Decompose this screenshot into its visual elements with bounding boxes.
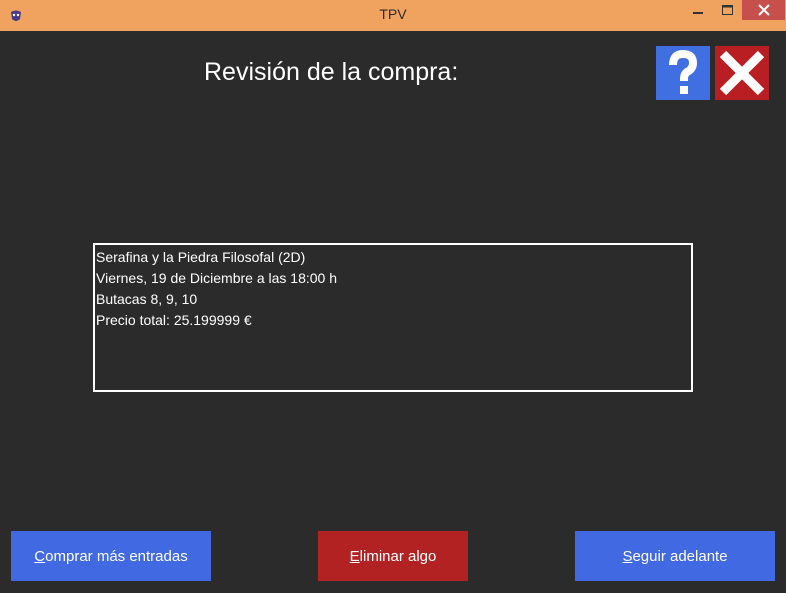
close-icon	[757, 4, 770, 16]
seats: Butacas 8, 9, 10	[96, 291, 198, 307]
exit-button[interactable]	[715, 46, 769, 100]
title-bar[interactable]: TPV	[0, 0, 786, 31]
minimize-icon	[693, 12, 703, 14]
red-x-icon	[719, 50, 765, 96]
movie-title: Serafina y la Piedra Filosofal (2D)	[96, 249, 306, 265]
minimize-button[interactable]	[684, 0, 712, 20]
maximize-button[interactable]	[712, 0, 742, 20]
session-datetime: Viernes, 19 de Diciembre a las 18:00 h	[96, 270, 337, 286]
window-close-button[interactable]	[742, 0, 785, 20]
continue-button[interactable]: Seguir adelante	[575, 531, 775, 581]
remove-mnemonic: E	[349, 547, 360, 565]
remove-item-button[interactable]: Eliminar algo	[318, 531, 468, 581]
question-mark-icon	[669, 49, 698, 94]
page-title: Revisión de la compra:	[204, 58, 459, 86]
buy-more-mnemonic: C	[34, 547, 46, 565]
remove-label: liminar algo	[359, 547, 437, 565]
maximize-icon	[721, 5, 733, 15]
app-window: TPV Revisión de la compra: Serafina y la…	[0, 0, 786, 593]
buy-more-tickets-button[interactable]: Comprar más entradas	[11, 531, 211, 581]
continue-mnemonic: S	[622, 547, 633, 565]
help-button[interactable]	[656, 46, 710, 100]
buy-more-label: omprar más entradas	[45, 547, 188, 565]
total-price: Precio total: 25.199999 €	[96, 312, 252, 328]
purchase-summary-box: Serafina y la Piedra Filosofal (2D) Vier…	[93, 243, 693, 392]
client-area: Revisión de la compra: Serafina y la Pie…	[0, 31, 786, 593]
window-title: TPV	[379, 6, 407, 22]
continue-label: eguir adelante	[632, 547, 728, 565]
